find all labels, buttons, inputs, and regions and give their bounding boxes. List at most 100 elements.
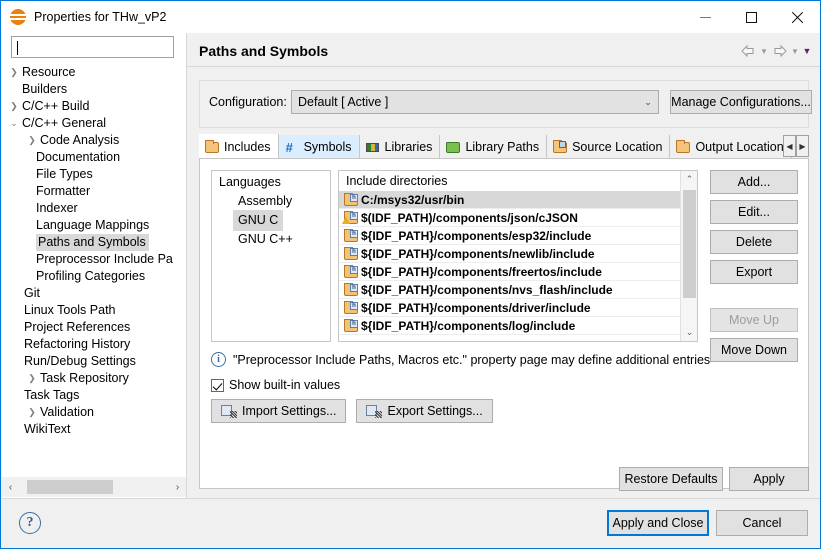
includes-tab-panel: Languages Assembly GNU C GNU C++ Include… bbox=[199, 158, 809, 489]
sidebar-item-paths-and-symbols[interactable]: Paths and Symbols bbox=[2, 234, 186, 251]
scroll-right-icon[interactable]: › bbox=[169, 477, 186, 497]
sidebar-item-project-references[interactable]: Project References bbox=[2, 319, 186, 336]
delete-button[interactable]: Delete bbox=[710, 230, 798, 254]
language-item-gnu-cpp[interactable]: GNU C++ bbox=[212, 229, 330, 248]
manage-configurations-button[interactable]: Manage Configurations... bbox=[670, 90, 812, 114]
tab-libraries[interactable]: Libraries bbox=[359, 135, 441, 159]
sidebar-item-builders[interactable]: Builders bbox=[2, 81, 186, 98]
table-row[interactable]: h ${IDF_PATH}/components/log/include bbox=[339, 317, 697, 335]
scroll-left-icon[interactable]: ‹ bbox=[2, 477, 19, 497]
sidebar-item-cpp-build[interactable]: ❯ C/C++ Build bbox=[2, 98, 186, 115]
scroll-thumb[interactable] bbox=[683, 190, 696, 298]
apply-and-close-button[interactable]: Apply and Close bbox=[607, 510, 709, 536]
export-button[interactable]: Export bbox=[710, 260, 798, 284]
forward-arrow-icon[interactable] bbox=[771, 43, 788, 59]
languages-list[interactable]: Languages Assembly GNU C GNU C++ bbox=[211, 170, 331, 342]
scroll-thumb[interactable] bbox=[27, 480, 113, 494]
sidebar-item-profiling-categories[interactable]: Profiling Categories bbox=[2, 268, 186, 285]
sidebar-item-documentation[interactable]: Documentation bbox=[2, 149, 186, 166]
sidebar-item-label: Resource bbox=[22, 65, 76, 79]
sidebar-item-file-types[interactable]: File Types bbox=[2, 166, 186, 183]
chevron-right-icon[interactable]: ❯ bbox=[6, 64, 22, 81]
sidebar-item-formatter[interactable]: Formatter bbox=[2, 183, 186, 200]
back-dropdown-icon[interactable]: ▼ bbox=[759, 43, 769, 59]
edit-button[interactable]: Edit... bbox=[710, 200, 798, 224]
tab-scroll-right-button[interactable]: ▶ bbox=[796, 135, 809, 157]
sidebar-item-cpp-general[interactable]: ⌄ C/C++ General bbox=[2, 115, 186, 132]
sidebar-item-resource[interactable]: ❯ Resource bbox=[2, 64, 186, 81]
back-arrow-icon[interactable] bbox=[740, 43, 757, 59]
include-path: ${IDF_PATH}/components/esp32/include bbox=[361, 228, 592, 243]
include-path: ${IDF_PATH}/components/log/include bbox=[361, 318, 576, 333]
table-row[interactable]: h ${IDF_PATH}/components/esp32/include bbox=[339, 227, 697, 245]
export-icon bbox=[366, 404, 383, 418]
scroll-track[interactable] bbox=[19, 477, 169, 497]
chevron-right-icon[interactable]: ❯ bbox=[24, 404, 40, 421]
sidebar-item-task-tags[interactable]: Task Tags bbox=[2, 387, 186, 404]
table-row[interactable]: h ${IDF_PATH}/components/nvs_flash/inclu… bbox=[339, 281, 697, 299]
filter-input[interactable] bbox=[11, 36, 174, 58]
add-button[interactable]: Add... bbox=[710, 170, 798, 194]
help-icon[interactable]: ? bbox=[19, 512, 41, 534]
sidebar-item-validation[interactable]: ❯ Validation bbox=[2, 404, 186, 421]
sidebar-item-git[interactable]: Git bbox=[2, 285, 186, 302]
chevron-down-icon[interactable]: ⌄ bbox=[6, 115, 22, 132]
checkbox-icon[interactable] bbox=[211, 378, 224, 392]
sidebar-item-indexer[interactable]: Indexer bbox=[2, 200, 186, 217]
maximize-button[interactable] bbox=[728, 1, 774, 33]
show-builtin-values-checkbox[interactable]: Show built-in values bbox=[211, 378, 340, 392]
scroll-down-icon[interactable]: ⌄ bbox=[681, 324, 697, 341]
title-bar: Properties for THw_vP2 bbox=[1, 1, 820, 33]
restore-defaults-button[interactable]: Restore Defaults bbox=[619, 467, 723, 491]
sidebar-item-language-mappings[interactable]: Language Mappings bbox=[2, 217, 186, 234]
language-label: GNU C++ bbox=[238, 232, 293, 246]
minimize-button[interactable] bbox=[682, 1, 728, 33]
include-path: ${IDF_PATH}/components/newlib/include bbox=[361, 246, 595, 261]
sidebar-item-task-repository[interactable]: ❯ Task Repository bbox=[2, 370, 186, 387]
table-row[interactable]: h ${IDF_PATH}/components/freertos/includ… bbox=[339, 263, 697, 281]
table-row[interactable]: h ${IDF_PATH}/components/newlib/include bbox=[339, 245, 697, 263]
sidebar-item-refactoring-history[interactable]: Refactoring History bbox=[2, 336, 186, 353]
include-directories-header: Include directories bbox=[339, 171, 697, 191]
table-row[interactable]: h ${IDF_PATH}/components/driver/include bbox=[339, 299, 697, 317]
tab-output-location[interactable]: Output Location bbox=[670, 135, 792, 159]
sidebar-item-wikitext[interactable]: WikiText bbox=[2, 421, 186, 438]
folder-include-icon bbox=[204, 139, 220, 154]
sidebar-item-run-debug-settings[interactable]: Run/Debug Settings bbox=[2, 353, 186, 370]
table-row[interactable]: h $(IDF_PATH)/components/json/cJSON bbox=[339, 209, 697, 227]
dialog-footer: ? Apply and Close Cancel bbox=[2, 498, 820, 548]
sidebar-item-preprocessor-include-paths[interactable]: Preprocessor Include Pa bbox=[2, 251, 186, 268]
chevron-right-icon[interactable]: ❯ bbox=[24, 370, 40, 387]
sidebar-item-label: Git bbox=[24, 286, 40, 300]
include-list-scrollbar[interactable]: ⌃ ⌄ bbox=[680, 171, 697, 341]
tab-symbols[interactable]: # Symbols bbox=[278, 135, 360, 159]
language-item-assembly[interactable]: Assembly bbox=[212, 191, 330, 210]
tab-includes[interactable]: Includes bbox=[199, 134, 279, 159]
tab-scroll-left-button[interactable]: ◀ bbox=[783, 135, 796, 157]
header-divider bbox=[187, 66, 820, 67]
configuration-select[interactable]: Default [ Active ] ⌄ bbox=[291, 90, 659, 114]
scroll-up-icon[interactable]: ⌃ bbox=[681, 171, 697, 188]
sidebar-horizontal-scrollbar[interactable]: ‹ › bbox=[2, 477, 186, 497]
table-row[interactable]: h C:/msys32/usr/bin bbox=[339, 191, 697, 209]
sidebar-item-code-analysis[interactable]: ❯ Code Analysis bbox=[2, 132, 186, 149]
sidebar-item-linux-tools-path[interactable]: Linux Tools Path bbox=[2, 302, 186, 319]
content-pane: Paths and Symbols ▼ ▼ ▼ Configuration: D… bbox=[187, 33, 820, 498]
export-settings-button[interactable]: Export Settings... bbox=[356, 399, 493, 423]
chevron-right-icon[interactable]: ❯ bbox=[24, 132, 40, 149]
properties-dialog: Properties for THw_vP2 ❯ Resource Builde… bbox=[0, 0, 821, 549]
forward-dropdown-icon[interactable]: ▼ bbox=[790, 43, 800, 59]
import-settings-button[interactable]: Import Settings... bbox=[211, 399, 347, 423]
books-icon bbox=[365, 140, 381, 154]
apply-button[interactable]: Apply bbox=[729, 467, 809, 491]
tab-library-paths[interactable]: Library Paths bbox=[440, 135, 548, 159]
tab-source-location[interactable]: Source Location bbox=[547, 135, 671, 159]
move-down-button[interactable]: Move Down bbox=[710, 338, 798, 362]
close-button[interactable] bbox=[774, 1, 820, 33]
window-title: Properties for THw_vP2 bbox=[34, 10, 167, 24]
cancel-button[interactable]: Cancel bbox=[716, 510, 808, 536]
chevron-right-icon[interactable]: ❯ bbox=[6, 98, 22, 115]
include-directories-list[interactable]: Include directories h C:/msys32/usr/bin … bbox=[338, 170, 698, 342]
language-item-gnu-c[interactable]: GNU C bbox=[212, 210, 330, 231]
view-menu-icon[interactable]: ▼ bbox=[802, 43, 812, 59]
